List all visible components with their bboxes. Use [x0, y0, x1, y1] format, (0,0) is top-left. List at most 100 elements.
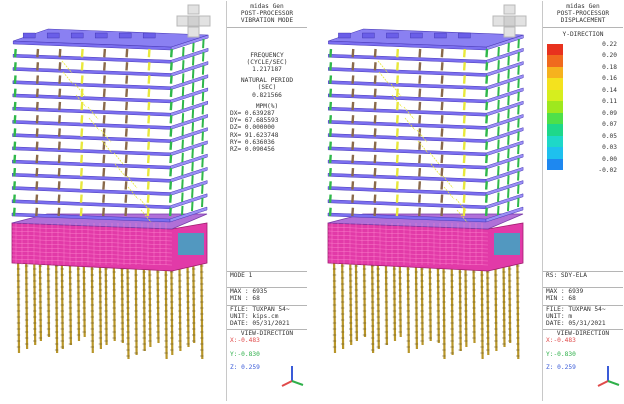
view-cube-icon[interactable] — [176, 4, 212, 38]
column — [80, 115, 84, 124]
column — [124, 167, 128, 177]
column — [102, 167, 106, 177]
column — [169, 101, 173, 111]
model-viewport[interactable] — [2, 1, 226, 401]
column — [351, 181, 355, 190]
pile — [414, 259, 418, 350]
mpm-row: DZ= 0.000000 — [230, 124, 275, 132]
column — [79, 167, 83, 177]
roof-panel — [118, 32, 132, 39]
column — [462, 48, 466, 58]
column — [181, 179, 184, 189]
column — [191, 162, 194, 172]
view-cube-icon[interactable] — [492, 4, 528, 38]
column — [507, 148, 510, 159]
column — [79, 207, 83, 217]
column — [147, 75, 151, 84]
column — [80, 101, 84, 111]
column — [485, 62, 489, 71]
column — [485, 75, 489, 84]
column — [485, 128, 489, 137]
pile — [120, 256, 124, 344]
column — [329, 62, 333, 71]
column — [373, 48, 377, 58]
pile — [98, 259, 102, 350]
column — [201, 52, 205, 62]
column — [462, 75, 466, 84]
column — [485, 154, 489, 164]
column — [395, 141, 399, 150]
column — [79, 181, 83, 190]
column — [351, 154, 355, 164]
column — [13, 128, 17, 137]
pile — [186, 259, 190, 348]
pile — [200, 253, 204, 360]
column — [201, 105, 205, 115]
column — [418, 101, 422, 111]
column — [12, 207, 16, 217]
column — [418, 75, 422, 84]
column — [191, 135, 194, 145]
column — [80, 48, 84, 58]
column — [396, 75, 399, 84]
column — [35, 141, 39, 150]
column — [191, 109, 195, 119]
column — [517, 171, 520, 181]
column — [517, 65, 520, 75]
roof-panel — [94, 32, 108, 39]
column — [58, 115, 62, 124]
file-name: FILE: TUXPAN 54~ — [230, 305, 290, 313]
column — [395, 181, 399, 190]
mpm-row: DX= 0.639287 — [230, 110, 275, 118]
column — [79, 194, 83, 203]
column — [36, 75, 39, 84]
column — [373, 75, 377, 84]
column — [192, 42, 195, 53]
model-viewport[interactable] — [318, 1, 542, 401]
app-name: midas Gen — [250, 3, 284, 10]
column — [373, 128, 377, 137]
view-dir-y: Y:-0.830 — [230, 350, 260, 358]
column — [124, 115, 128, 124]
column — [373, 101, 377, 111]
column — [181, 113, 185, 123]
column — [507, 188, 510, 198]
column — [147, 62, 151, 71]
column — [507, 135, 510, 145]
legend-swatch — [547, 135, 563, 148]
column — [351, 62, 355, 71]
column — [462, 101, 466, 111]
column — [125, 48, 129, 58]
min-node: MIN : 68 — [546, 295, 576, 303]
column — [462, 141, 466, 150]
processor-mode: POST-PROCESSOR — [556, 10, 610, 18]
column — [35, 128, 39, 137]
frequency-unit: (CYCLE/SEC) — [246, 58, 288, 66]
podium-wall — [494, 233, 520, 255]
column — [440, 141, 444, 150]
column — [36, 48, 40, 58]
column — [351, 207, 355, 217]
column — [169, 167, 173, 177]
column — [80, 75, 84, 84]
pile — [341, 253, 345, 350]
view-dir-y: Y:-0.830 — [546, 350, 576, 358]
column — [80, 88, 84, 98]
column — [146, 154, 150, 164]
column — [462, 181, 466, 190]
date-label: DATE: 05/31/2021 — [230, 320, 290, 328]
mpm-row: RX= 91.623748 — [230, 131, 279, 139]
legend-swatch — [547, 101, 563, 113]
view-dir-x: X:-0.483 — [230, 337, 260, 345]
column — [418, 181, 422, 190]
column — [395, 207, 399, 217]
column — [102, 154, 106, 164]
column — [507, 82, 510, 92]
column — [102, 62, 106, 71]
column — [373, 207, 377, 217]
column — [102, 181, 106, 190]
roof-panel — [410, 32, 423, 39]
column — [373, 141, 377, 150]
column — [351, 128, 355, 137]
column — [201, 144, 204, 155]
